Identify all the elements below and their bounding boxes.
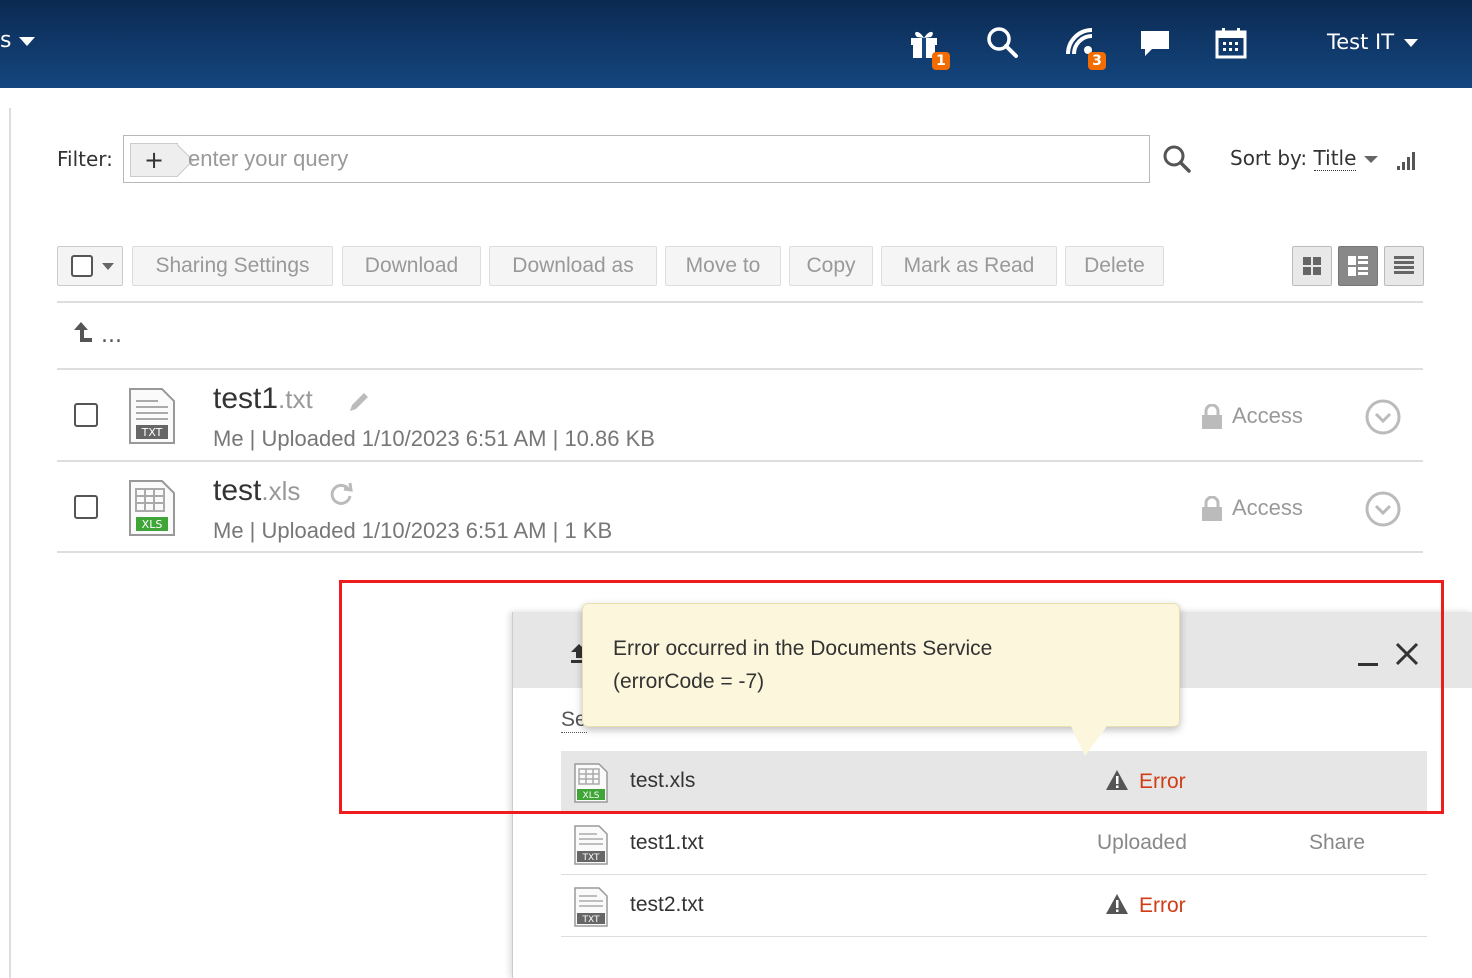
svg-text:XLS: XLS [142,518,163,531]
file-meta: Me | Uploaded 1/10/2023 6:51 AM | 1 KB [213,518,613,543]
download-button[interactable]: Download [342,246,481,286]
file-title[interactable]: test1.txt [213,382,313,416]
warning-icon [1106,770,1128,790]
txt-file-icon: TXT [129,388,175,444]
up-arrow-icon [74,322,92,342]
minimize-icon[interactable] [1357,642,1379,668]
file-title[interactable]: test.xls [213,474,300,508]
filter-input[interactable] [188,145,1088,173]
chevron-down-icon [1364,156,1379,163]
delete-button[interactable]: Delete [1065,246,1164,286]
svg-text:TXT: TXT [581,915,600,925]
top-header: s 1 3 Test IT [0,0,1472,88]
upload-file-name: test2.txt [630,893,704,916]
gift-badge: 1 [932,52,950,70]
move-to-button[interactable]: Move to [665,246,781,286]
sort-order-icon[interactable] [1396,150,1418,170]
feed-badge: 3 [1088,52,1106,70]
upload-row[interactable]: TXT test2.txt Error [561,875,1427,937]
module-menu[interactable]: s [0,28,36,53]
txt-file-icon: TXT [574,825,608,865]
file-row[interactable]: XLS test.xls Me | Uploaded 1/10/2023 6:5… [57,462,1423,554]
sidebar-divider [9,108,11,978]
sort-control[interactable]: Sort by: Title [1230,146,1379,171]
add-filter-button[interactable]: + [130,143,178,177]
gift-icon[interactable]: 1 [908,26,950,70]
access-button[interactable]: Access [1200,403,1303,430]
divider [57,551,1423,553]
sort-value[interactable]: Title [1313,146,1357,171]
error-tooltip: Error occurred in the Documents Service … [582,603,1180,756]
upload-row[interactable]: TXT test1.txt Uploaded Share [561,813,1427,875]
share-link[interactable]: Share [1309,831,1365,855]
xls-file-icon: XLS [129,480,175,536]
view-compact-button[interactable] [1338,246,1378,286]
filter-label: Filter: [57,147,113,171]
file-menu-icon[interactable] [1364,398,1402,436]
file-meta: Me | Uploaded 1/10/2023 6:51 AM | 10.86 … [213,426,655,451]
warning-icon [1106,894,1128,914]
xls-file-icon: XLS [574,763,608,803]
file-menu-icon[interactable] [1364,490,1402,528]
access-label: Access [1232,403,1303,428]
download-as-button[interactable]: Download as [489,246,657,286]
lock-icon [1202,404,1222,430]
select-all-dropdown[interactable] [57,246,123,286]
search-icon[interactable] [1162,144,1192,174]
chevron-down-icon [1404,39,1419,47]
txt-file-icon: TXT [574,887,608,927]
user-menu[interactable]: Test IT [1327,30,1419,54]
file-checkbox[interactable] [74,403,98,427]
upload-status-label: Error [1139,894,1186,917]
upload-file-name: test1.txt [630,831,704,854]
file-extension: .xls [261,476,301,506]
user-name: Test IT [1327,30,1395,54]
sort-prefix: Sort by: [1230,146,1308,170]
upload-file-name: test.xls [630,769,696,792]
upload-row[interactable]: XLS test.xls Error [561,751,1427,813]
upload-status[interactable]: Error [1105,893,1186,918]
upload-status: Uploaded [1097,831,1187,854]
mark-as-read-button[interactable]: Mark as Read [881,246,1057,286]
upload-status-label: Error [1139,770,1186,793]
chat-icon[interactable] [1138,26,1174,62]
upload-status[interactable]: Error [1105,769,1186,794]
svg-text:TXT: TXT [581,853,600,863]
sharing-settings-button[interactable]: Sharing Settings [132,246,333,286]
view-tiles-button[interactable] [1292,246,1332,286]
file-name: test [213,474,262,507]
tooltip-tail [1071,726,1107,756]
svg-text:XLS: XLS [583,791,600,801]
file-name: test1 [213,382,279,415]
select-all-checkbox[interactable] [71,255,93,277]
calendar-icon[interactable] [1214,26,1250,62]
tooltip-line-2: (errorCode = -7) [613,670,765,693]
divider [57,301,1423,303]
chevron-down-icon [19,36,36,46]
pencil-icon[interactable] [345,388,373,416]
file-row[interactable]: TXT test1.txt Me | Uploaded 1/10/2023 6:… [57,370,1423,462]
view-list-button[interactable] [1384,246,1424,286]
access-label: Access [1232,495,1303,520]
search-icon[interactable] [986,26,1022,62]
tooltip-line-1: Error occurred in the Documents Service [613,637,993,660]
file-extension: .txt [278,384,313,414]
lock-icon [1202,496,1222,522]
file-checkbox[interactable] [74,495,98,519]
close-icon[interactable] [1393,640,1421,668]
copy-button[interactable]: Copy [789,246,873,286]
feed-icon[interactable]: 3 [1064,26,1106,70]
up-level-link[interactable]: ... [72,320,122,348]
refresh-icon[interactable] [327,480,355,508]
module-label: s [0,28,12,53]
filter-box: + [123,135,1150,183]
svg-text:TXT: TXT [141,426,163,439]
access-button[interactable]: Access [1200,495,1303,522]
chevron-down-icon [102,263,114,270]
up-level-label: ... [101,323,122,348]
